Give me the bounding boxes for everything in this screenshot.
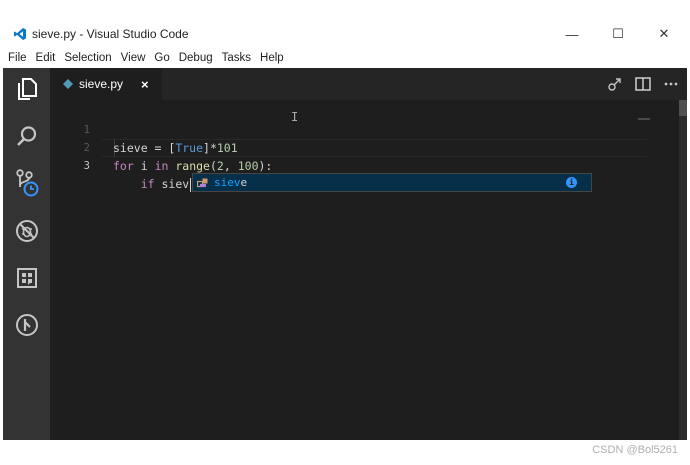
code-token: 101 <box>216 141 238 155</box>
code-line-3[interactable]: 3 if siev <box>50 139 192 192</box>
close-tab-icon[interactable]: × <box>141 77 149 92</box>
editor-actions <box>607 68 679 100</box>
code-token: if <box>140 177 155 191</box>
line-number: 3 <box>83 160 90 172</box>
more-actions-icon[interactable] <box>663 76 679 92</box>
code-token: sieve = [ <box>113 141 176 155</box>
suggest-widget: sieve i <box>192 173 592 192</box>
code-token: ( <box>209 159 217 173</box>
debug-icon[interactable] <box>14 218 40 244</box>
split-editor-icon[interactable] <box>635 76 651 92</box>
open-changes-icon[interactable] <box>607 76 623 92</box>
menu-selection[interactable]: Selection <box>60 52 116 64</box>
tab-strip: sieve.py × <box>50 68 687 100</box>
minimap-slider[interactable] <box>638 118 650 120</box>
code-token: 100 <box>237 159 259 173</box>
menu-help[interactable]: Help <box>256 52 289 64</box>
menu-debug[interactable]: Debug <box>174 52 217 64</box>
menu-file[interactable]: File <box>3 52 31 64</box>
code-token: ): <box>258 159 273 173</box>
title-bar: sieve.py - Visual Studio Code — ☐ ✕ <box>3 21 687 47</box>
code-token: i <box>133 159 155 173</box>
watermark: CSDN @Bol5261 <box>592 444 678 456</box>
scrollbar-thumb[interactable] <box>679 100 687 116</box>
code-token: in <box>154 159 169 173</box>
code-token: ]* <box>203 141 217 155</box>
code-text: if siev <box>113 175 192 193</box>
code-editor[interactable]: 1 sieve = [True]*101 2 for i in range(2,… <box>50 100 687 440</box>
vscode-logo-icon <box>12 26 28 42</box>
window-title: sieve.py - Visual Studio Code <box>32 27 189 41</box>
vertical-scrollbar[interactable] <box>679 100 687 440</box>
menu-edit[interactable]: Edit <box>31 52 60 64</box>
code-line-1[interactable]: 1 sieve = [True]*101 <box>50 103 238 155</box>
minimize-button[interactable]: — <box>549 21 595 47</box>
python-file-icon <box>62 78 74 90</box>
menu-view[interactable]: View <box>116 52 150 64</box>
source-control-icon[interactable] <box>14 169 40 197</box>
code-text: sieve = [True]*101 <box>113 139 238 157</box>
code-token: True <box>175 141 204 155</box>
extensions-icon[interactable] <box>14 265 40 291</box>
variable-icon <box>197 177 209 189</box>
code-line-2[interactable]: 2 for i in range(2, 100): <box>50 121 273 173</box>
search-icon[interactable] <box>14 123 40 149</box>
suggestion-rest: e <box>240 176 248 189</box>
info-icon[interactable]: i <box>566 177 577 188</box>
suggestion-match: siev <box>214 176 241 189</box>
code-token: range <box>175 159 210 173</box>
code-token: for <box>113 159 134 173</box>
menu-bar: File Edit Selection View Go Debug Tasks … <box>3 47 687 68</box>
tab-label: sieve.py <box>79 77 124 91</box>
menu-tasks[interactable]: Tasks <box>217 52 255 64</box>
menu-go[interactable]: Go <box>150 52 174 64</box>
remote-icon[interactable] <box>14 312 40 338</box>
maximize-button[interactable]: ☐ <box>595 21 641 47</box>
code-token: , <box>223 159 238 173</box>
tab-sieve-py[interactable]: sieve.py × <box>50 68 162 100</box>
suggestion-label: sieve <box>214 176 247 189</box>
code-token: 2 <box>216 159 224 173</box>
window-controls: — ☐ ✕ <box>549 21 687 47</box>
activity-bar <box>3 68 50 440</box>
vscode-window: sieve.py - Visual Studio Code — ☐ ✕ File… <box>3 21 687 440</box>
code-token: siev <box>154 177 190 191</box>
ibeam-cursor-icon: I <box>291 110 299 124</box>
explorer-icon[interactable] <box>14 76 40 102</box>
close-window-button[interactable]: ✕ <box>641 21 687 47</box>
suggestion-item[interactable]: sieve i <box>193 174 591 191</box>
